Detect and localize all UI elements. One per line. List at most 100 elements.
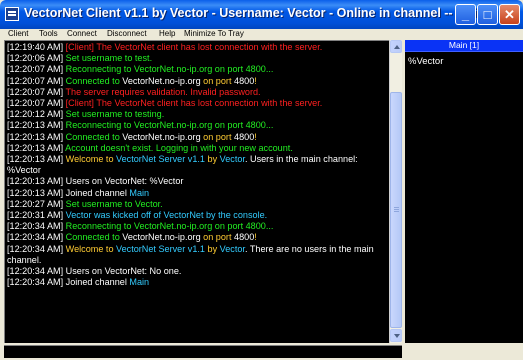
chat-text: Reconnecting to VectorNet.no-ip.org on p… (65, 120, 274, 131)
menu-minimize-to-tray[interactable]: Minimize To Tray (184, 29, 244, 39)
chat-text: Welcome to (65, 154, 117, 165)
chat-timestamp: [12:20:07 AM] (7, 98, 66, 109)
chat-line: [12:20:34 AM] Connected to VectorNet.no-… (7, 232, 391, 243)
chat-text: Vector was kicked off of VectorNet by th… (65, 210, 268, 221)
menu-tools[interactable]: Tools (39, 29, 58, 39)
minimize-button[interactable]: _ (455, 4, 476, 25)
chat-timestamp: [12:20:34 AM] (7, 243, 66, 254)
chat-timestamp: [12:20:13 AM] (7, 154, 66, 165)
message-input[interactable] (4, 345, 402, 358)
chat-timestamp: [12:19:40 AM] (7, 42, 66, 52)
user-list-item[interactable]: %Vector (408, 56, 443, 67)
chat-line: [12:20:07 AM] Connected to VectorNet.no-… (7, 76, 391, 87)
chat-scrollbar[interactable] (389, 40, 402, 343)
chat-text: Account doesn't exist. Logging in with y… (65, 142, 293, 153)
chat-line: [12:20:12 AM] Set username to testing. (7, 109, 391, 120)
chat-line: [12:20:06 AM] Set username to test. (7, 53, 391, 64)
chat-timestamp: [12:20:34 AM] (7, 232, 66, 243)
chat-text: on port (200, 75, 235, 86)
chat-text: [Client] The VectorNet client has lost c… (65, 98, 323, 109)
chat-text: VectorNet.no-ip.org (122, 131, 201, 142)
chat-line: [12:20:07 AM] The server requires valida… (7, 87, 391, 98)
chat-text: VectorNet Server v1.1 (116, 243, 205, 254)
chat-timestamp: [12:20:07 AM] (7, 75, 66, 86)
chat-text: Connected to (65, 131, 123, 142)
chat-timestamp: [12:20:07 AM] (7, 86, 66, 97)
chat-timestamp: [12:20:12 AM] (7, 109, 66, 120)
chat-timestamp: [12:20:13 AM] (7, 187, 66, 198)
menu-help[interactable]: Help (159, 29, 175, 39)
chat-text: Welcome to (65, 243, 117, 254)
maximize-button[interactable]: □ (477, 4, 498, 25)
menu-disconnect[interactable]: Disconnect (107, 29, 147, 39)
chat-text: by (205, 243, 220, 254)
chat-text: Vector (219, 243, 245, 254)
chat-log[interactable]: [12:19:40 AM] [Client] The VectorNet cli… (4, 40, 402, 343)
chat-text: Connected to (65, 75, 123, 86)
chat-text: ! (254, 232, 257, 243)
chat-line: [12:20:13 AM] Joined channel Main (7, 188, 391, 199)
chat-line: [12:20:34 AM] Reconnecting to VectorNet.… (7, 221, 391, 232)
chat-line: [12:20:07 AM] Reconnecting to VectorNet.… (7, 64, 391, 75)
chat-text: by (205, 154, 220, 165)
chat-text: Joined channel (65, 277, 130, 288)
chat-text: 4800 (234, 131, 255, 142)
chat-timestamp: [12:20:13 AM] (7, 176, 66, 187)
window-title: VectorNet Client v1.1 by Vector - Userna… (24, 6, 485, 20)
chat-line: [12:20:34 AM] Joined channel Main (7, 277, 391, 288)
chat-text: Main (129, 187, 150, 198)
menu-client[interactable]: Client (8, 29, 28, 39)
chat-line: [12:20:13 AM] Account doesn't exist. Log… (7, 143, 391, 154)
chat-timestamp: [12:20:34 AM] (7, 266, 66, 277)
chat-text: VectorNet.no-ip.org (122, 232, 201, 243)
chat-text: Users on VectorNet: %Vector (65, 176, 184, 187)
chat-text: 4800 (234, 232, 255, 243)
chat-text: on port (200, 232, 235, 243)
chat-timestamp: [12:20:07 AM] (7, 64, 66, 75)
chat-text: [Client] The VectorNet client has lost c… (65, 42, 323, 52)
chat-text: Main (129, 277, 150, 288)
chat-line: [12:20:13 AM] Welcome to VectorNet Serve… (7, 154, 391, 176)
chat-timestamp: [12:20:13 AM] (7, 142, 66, 153)
chat-lines: [12:19:40 AM] [Client] The VectorNet cli… (7, 42, 391, 288)
chat-line: [12:20:31 AM] Vector was kicked off of V… (7, 210, 391, 221)
chat-line: [12:20:27 AM] Set username to Vector. (7, 199, 391, 210)
channel-header: Main [1] (405, 40, 523, 52)
chat-text: The server requires validation. Invalid … (65, 86, 261, 97)
chat-line: [12:19:40 AM] [Client] The VectorNet cli… (7, 42, 391, 53)
app-icon (5, 7, 19, 21)
chat-text: Vector (219, 154, 245, 165)
scroll-down-button[interactable] (390, 329, 402, 342)
chat-line: [12:20:13 AM] Connected to VectorNet.no-… (7, 132, 391, 143)
chat-timestamp: [12:20:06 AM] (7, 53, 66, 64)
chat-text: Users on VectorNet: No one. (65, 266, 182, 277)
close-button[interactable]: ✕ (499, 4, 520, 25)
chat-text: Set username to Vector. (65, 198, 163, 209)
chat-line: [12:20:34 AM] Users on VectorNet: No one… (7, 266, 391, 277)
title-bar[interactable]: VectorNet Client v1.1 by Vector - Userna… (0, 0, 523, 29)
chat-text: ! (254, 131, 257, 142)
scroll-thumb[interactable] (390, 92, 402, 328)
menu-connect[interactable]: Connect (67, 29, 97, 39)
status-area (405, 345, 523, 358)
chat-timestamp: [12:20:34 AM] (7, 277, 66, 288)
chat-text: Reconnecting to VectorNet.no-ip.org on p… (65, 221, 274, 232)
chat-timestamp: [12:20:34 AM] (7, 221, 66, 232)
chat-text: Set username to test. (65, 53, 153, 64)
scroll-up-button[interactable] (390, 40, 402, 53)
chat-timestamp: [12:20:13 AM] (7, 120, 66, 131)
chat-text: Reconnecting to VectorNet.no-ip.org on p… (65, 64, 274, 75)
chat-line: [12:20:13 AM] Users on VectorNet: %Vecto… (7, 176, 391, 187)
chat-timestamp: [12:20:31 AM] (7, 210, 66, 221)
user-list-panel: Main [1] %Vector (405, 40, 523, 343)
chat-text: VectorNet.no-ip.org (122, 75, 201, 86)
chat-text: on port (200, 131, 235, 142)
chat-text: Joined channel (65, 187, 130, 198)
chat-timestamp: [12:20:13 AM] (7, 131, 66, 142)
chat-line: [12:20:34 AM] Welcome to VectorNet Serve… (7, 244, 391, 266)
chat-text: VectorNet Server v1.1 (116, 154, 205, 165)
chat-text: Set username to testing. (65, 109, 165, 120)
chat-text: 4800 (234, 75, 255, 86)
chat-line: [12:20:13 AM] Reconnecting to VectorNet.… (7, 120, 391, 131)
chat-line: [12:20:07 AM] [Client] The VectorNet cli… (7, 98, 391, 109)
